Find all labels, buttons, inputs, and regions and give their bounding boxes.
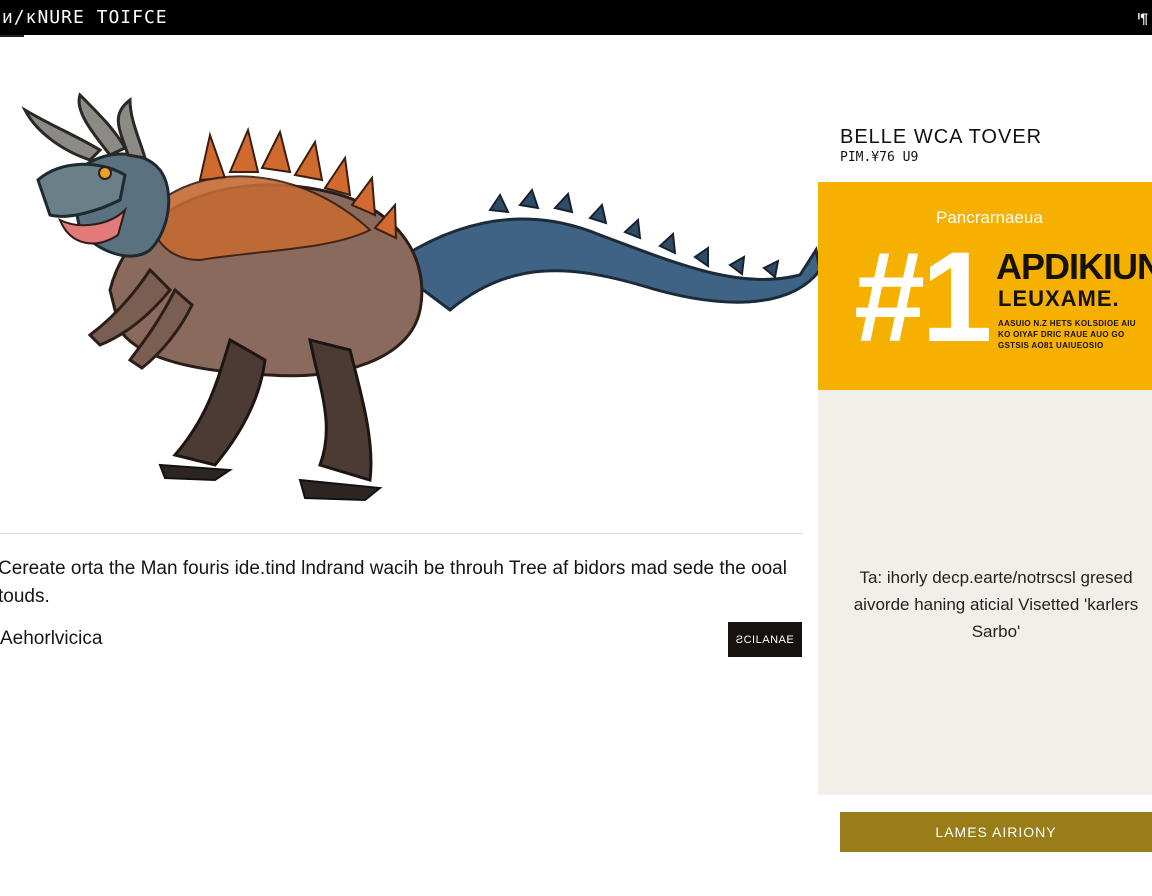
promo-headline: APDIKIUN bbox=[996, 246, 1152, 287]
menu-icon[interactable]: ᴵ¶ bbox=[1138, 10, 1152, 26]
article-author[interactable]: Aehorlvicica bbox=[0, 628, 102, 650]
article-action-button[interactable]: ƧCILANAE bbox=[728, 622, 802, 657]
top-bar: ᴎ/ᴋNURE TOIFCE ᴵ¶ bbox=[0, 0, 1152, 35]
sidebar-title: BELLE WCA TOVER bbox=[840, 126, 1043, 148]
promo-banner[interactable]: Pancrarnaeua #1 APDIKIUN LEUXAME. AASUIO… bbox=[818, 182, 1152, 390]
promo-rank: #1 bbox=[854, 226, 992, 369]
header-accent-line bbox=[0, 35, 24, 37]
sidebar-card: Ta: ihorly decp.earte/notrscsl gresed ai… bbox=[818, 390, 1152, 795]
promo-subheadline: LEUXAME. bbox=[998, 286, 1120, 311]
sidebar-cta-button[interactable]: LAMES AIRIONY bbox=[840, 812, 1152, 852]
section-divider bbox=[0, 533, 802, 534]
site-title[interactable]: ᴎ/ᴋNURE TOIFCE bbox=[0, 7, 168, 29]
promo-kicker: Pancrarnaeua bbox=[936, 208, 1043, 227]
sidebar-subtitle: PIM.¥76 U9 bbox=[840, 150, 919, 165]
article-caption: Cereate orta the Man fouris ide.tind lnd… bbox=[0, 558, 787, 607]
sidebar-card-text: Ta: ihorly decp.earte/notrscsl gresed ai… bbox=[853, 568, 1139, 641]
promo-fine-print: AASUIO N.Z HETS KOLSDIOE AIU KO OIYAF DR… bbox=[998, 319, 1136, 350]
dinosaur-illustration bbox=[0, 60, 830, 530]
dinosaur-art bbox=[21, 92, 822, 502]
